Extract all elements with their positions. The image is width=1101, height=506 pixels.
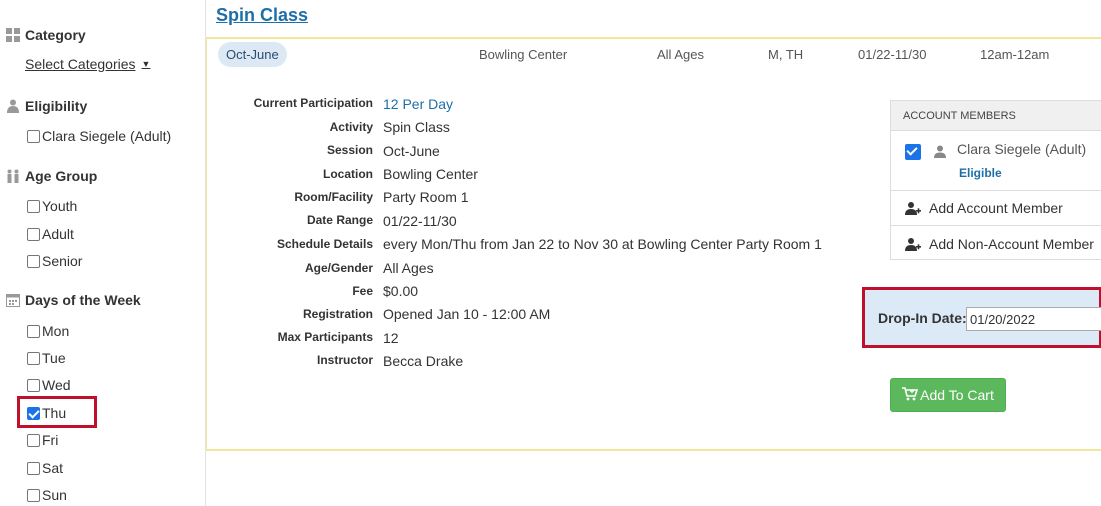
account-member-row: Clara Siegele (Adult) Eligible	[891, 131, 1101, 191]
detail-label: Location	[323, 167, 373, 181]
filter-sidebar: Category Select Categories ▼ Eligibility…	[0, 0, 206, 506]
detail-label: Current Participation	[253, 96, 373, 110]
day-checkbox-sun[interactable]	[27, 488, 40, 502]
day-option-sun[interactable]: Sun	[27, 487, 67, 503]
person-icon	[6, 99, 20, 113]
day-checkbox-sat[interactable]	[27, 461, 40, 475]
detail-value: Oct-June	[383, 143, 440, 159]
calendar-icon	[6, 293, 20, 307]
days-heading: Days of the Week	[6, 292, 141, 308]
day-option-mon[interactable]: Mon	[27, 323, 69, 339]
age-option-senior[interactable]: Senior	[27, 253, 82, 269]
cart-plus-icon	[902, 386, 919, 404]
detail-value-participation[interactable]: 12 Per Day	[383, 96, 453, 112]
select-categories-dropdown[interactable]: Select Categories ▼	[25, 56, 150, 72]
detail-label: Registration	[302, 307, 373, 321]
drop-in-date-box: Drop-In Date:	[862, 287, 1101, 348]
detail-value: $0.00	[383, 283, 419, 299]
caret-down-icon: ▼	[141, 59, 151, 69]
summary-dates: 01/22-11/30	[858, 47, 927, 62]
detail-value: Becca Drake	[383, 353, 464, 369]
detail-label: Activity	[329, 120, 373, 134]
detail-value: Party Room 1	[383, 189, 469, 205]
member-name: Clara Siegele (Adult)	[957, 141, 1087, 157]
summary-ages: All Ages	[657, 47, 704, 62]
user-icon	[934, 145, 946, 161]
detail-value: 12	[383, 330, 399, 346]
summary-days: M, TH	[768, 47, 804, 62]
age-option-adult[interactable]: Adult	[27, 226, 74, 242]
add-account-member-button[interactable]: Add Account Member	[891, 191, 1101, 226]
day-option-tue[interactable]: Tue	[27, 350, 66, 366]
grid-icon	[6, 28, 20, 42]
day-option-wed[interactable]: Wed	[27, 377, 71, 393]
detail-value: Opened Jan 10 - 12:00 AM	[383, 306, 551, 322]
age-checkbox-senior[interactable]	[27, 254, 40, 268]
activity-title-link[interactable]: Spin Class	[216, 5, 308, 26]
add-user-icon	[905, 201, 921, 215]
detail-value: 01/22-11/30	[383, 213, 457, 229]
summary-times: 12am-12am	[980, 47, 1050, 62]
day-checkbox-mon[interactable]	[27, 324, 40, 338]
add-non-account-member-button[interactable]: Add Non-Account Member	[891, 226, 1101, 261]
people-icon	[6, 169, 20, 183]
detail-label: Max Participants	[277, 330, 373, 344]
drop-in-date-label: Drop-In Date:	[878, 310, 967, 326]
age-checkbox-adult[interactable]	[27, 227, 40, 241]
day-checkbox-wed[interactable]	[27, 378, 40, 392]
session-pill: Oct-June	[218, 42, 287, 67]
account-members-panel: ACCOUNT MEMBERS Clara Siegele (Adult) El…	[890, 100, 1101, 260]
detail-value: All Ages	[383, 260, 434, 276]
day-option-fri[interactable]: Fri	[27, 432, 58, 448]
add-user-icon	[905, 237, 921, 251]
detail-value: Bowling Center	[383, 166, 478, 182]
detail-value: every Mon/Thu from Jan 22 to Nov 30 at B…	[383, 236, 822, 252]
member-checkbox[interactable]	[905, 144, 921, 160]
summary-location: Bowling Center	[479, 47, 568, 62]
age-checkbox-youth[interactable]	[27, 199, 40, 213]
eligibility-checkbox[interactable]	[27, 129, 40, 143]
detail-label: Schedule Details	[276, 237, 373, 251]
detail-label: Room/Facility	[294, 190, 373, 204]
detail-label: Session	[326, 143, 373, 157]
detail-label: Fee	[352, 284, 373, 298]
category-heading: Category	[6, 27, 86, 43]
account-members-header: ACCOUNT MEMBERS	[891, 101, 1101, 131]
drop-in-date-input[interactable]	[966, 307, 1101, 331]
detail-label: Instructor	[316, 353, 373, 367]
eligibility-option-clara[interactable]: Clara Siegele (Adult)	[27, 128, 171, 144]
day-option-sat[interactable]: Sat	[27, 460, 63, 476]
add-to-cart-button[interactable]: Add To Cart	[890, 378, 1006, 412]
age-option-youth[interactable]: Youth	[27, 198, 77, 214]
age-group-heading: Age Group	[6, 168, 97, 184]
member-status: Eligible	[959, 166, 1002, 180]
detail-label: Age/Gender	[304, 261, 373, 275]
day-checkbox-fri[interactable]	[27, 433, 40, 447]
thu-highlight-box	[17, 396, 97, 428]
eligibility-heading: Eligibility	[6, 98, 87, 114]
detail-value: Spin Class	[383, 119, 450, 135]
detail-label: Date Range	[306, 213, 373, 227]
day-checkbox-tue[interactable]	[27, 351, 40, 365]
